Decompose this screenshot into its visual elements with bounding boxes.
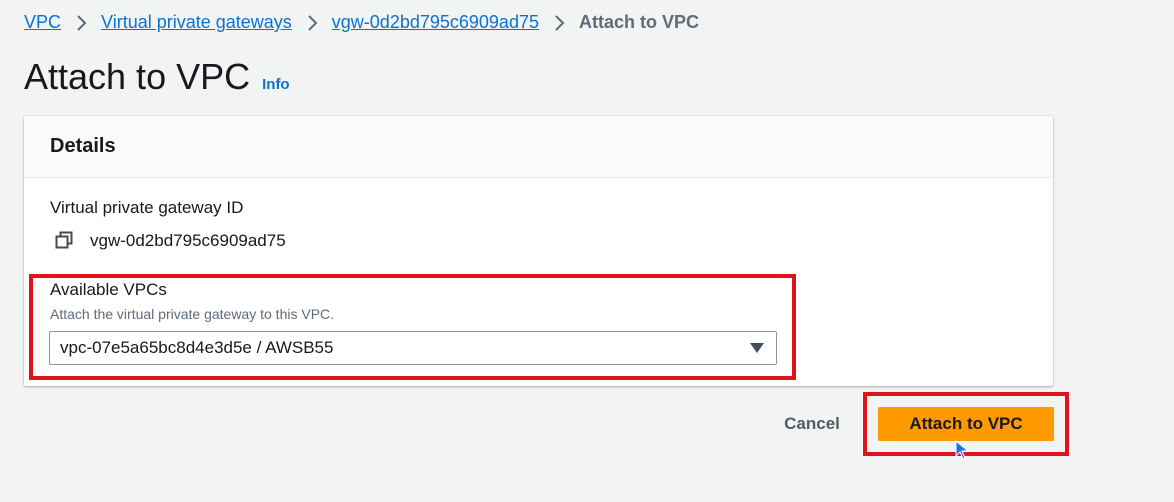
breadcrumb: VPC Virtual private gateways vgw-0d2bd79…	[24, 12, 699, 33]
caret-down-icon	[750, 343, 764, 353]
mouse-cursor-icon	[955, 439, 970, 460]
details-container: Details Virtual private gateway ID vgw-0…	[24, 116, 1053, 386]
vpc-select-value: vpc-07e5a65bc8d4e3d5e / AWSB55	[60, 338, 334, 357]
page: VPC Virtual private gateways vgw-0d2bd79…	[0, 0, 1174, 502]
breadcrumb-current: Attach to VPC	[578, 12, 699, 32]
page-title: Attach to VPC	[24, 56, 251, 97]
gateway-id-label: Virtual private gateway ID	[50, 198, 244, 217]
available-vpcs-description: Attach the virtual private gateway to th…	[50, 306, 335, 322]
gateway-id-field: vgw-0d2bd795c6909ad75	[54, 230, 286, 252]
available-vpcs-label: Available VPCs	[50, 280, 167, 299]
breadcrumb-gateway-id[interactable]: vgw-0d2bd795c6909ad75	[332, 12, 539, 33]
available-vpcs-select[interactable]: vpc-07e5a65bc8d4e3d5e / AWSB55	[49, 331, 777, 365]
chevron-right-icon	[61, 12, 101, 33]
breadcrumb-virtual-private-gateways[interactable]: Virtual private gateways	[101, 12, 292, 33]
cancel-button[interactable]: Cancel	[772, 408, 852, 440]
details-header: Details	[24, 116, 1053, 178]
breadcrumb-vpc[interactable]: VPC	[24, 12, 61, 33]
gateway-id-value: vgw-0d2bd795c6909ad75	[90, 231, 286, 250]
copy-icon[interactable]	[54, 230, 76, 252]
chevron-right-icon	[539, 12, 579, 33]
attach-to-vpc-button[interactable]: Attach to VPC	[878, 407, 1054, 441]
info-link[interactable]: Info	[262, 76, 290, 93]
page-header: Attach to VPC Info	[24, 56, 290, 98]
details-heading: Details	[50, 135, 116, 157]
chevron-right-icon	[292, 12, 332, 33]
